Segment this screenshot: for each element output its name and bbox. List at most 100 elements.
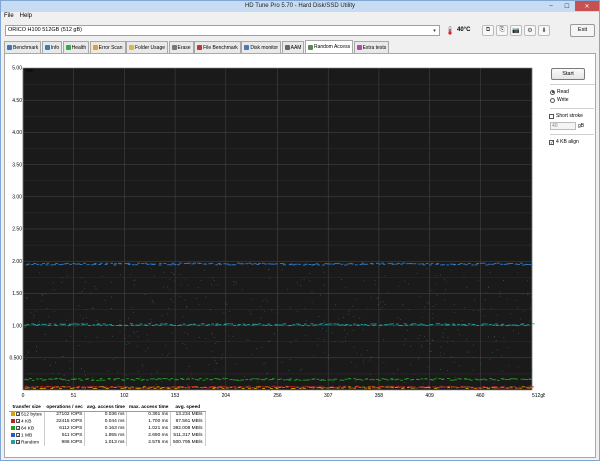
copy-icon[interactable]: ⧉	[482, 25, 494, 36]
scatter-point	[363, 362, 364, 364]
drive-select[interactable]: ORICO H100 512GB (512 gB) ▾	[5, 25, 440, 36]
scatter-point	[85, 336, 87, 338]
series-point	[207, 324, 211, 326]
series-point	[80, 379, 84, 381]
tab-disk-monitor[interactable]: Disk monitor	[241, 41, 282, 53]
series-point	[122, 386, 125, 388]
scatter-point	[62, 276, 64, 278]
tab-health[interactable]: Health	[62, 41, 90, 53]
series-point	[258, 385, 262, 387]
random-access-panel: 5.00 4.50 4.00 3.50 3.00 2.50 2.00 1.50 1.00 0.50…	[4, 53, 596, 458]
read-label: Read	[557, 89, 569, 95]
series-checkbox[interactable]: ✓	[16, 425, 20, 430]
scatter-point	[472, 309, 474, 311]
menu-help[interactable]: Help	[20, 12, 32, 21]
series-point	[187, 262, 191, 264]
minimize-button[interactable]: –	[543, 1, 559, 11]
series-point	[176, 386, 180, 388]
scatter-point	[264, 362, 266, 364]
series-point	[479, 262, 483, 264]
scatter-point	[179, 273, 181, 275]
series-point	[360, 324, 364, 326]
short-stroke-size-input[interactable]: 40	[550, 122, 576, 130]
series-point	[245, 263, 249, 265]
series-checkbox[interactable]: ✓	[16, 432, 20, 437]
tab-error-scan[interactable]: Error Scan	[89, 41, 126, 53]
title-bar[interactable]: HD Tune Pro 5.70 - Hard Disk/SSD Utility…	[1, 1, 599, 12]
series-point	[251, 378, 255, 380]
menu-file[interactable]: File	[4, 12, 14, 21]
scatter-point	[529, 306, 531, 308]
download-icon[interactable]: ⬇	[538, 25, 550, 36]
scatter-point	[81, 368, 83, 369]
scatter-point	[63, 356, 65, 357]
series-point	[179, 262, 182, 264]
scatter-point	[317, 338, 319, 340]
series-point	[500, 324, 503, 326]
scatter-point	[54, 362, 56, 364]
tab-info[interactable]: Info	[41, 41, 63, 53]
align-option[interactable]: ✓ 4 KB align	[549, 138, 595, 146]
tab-extra-tests[interactable]: Extra tests	[353, 41, 390, 53]
align-checkbox[interactable]: ✓	[549, 139, 554, 145]
camera-icon[interactable]: 📷	[510, 25, 522, 36]
copy-info-icon[interactable]: ⎘	[496, 25, 508, 36]
tab-file-benchmark[interactable]: File Benchmark	[194, 41, 241, 53]
scatter-point	[424, 306, 426, 308]
scatter-point	[456, 388, 457, 389]
series-color-swatch	[11, 432, 15, 437]
series-point	[341, 386, 344, 388]
series-point	[515, 378, 518, 380]
start-button[interactable]: Start	[551, 68, 585, 80]
tab-erase[interactable]: Erase	[168, 41, 194, 53]
scatter-point	[443, 292, 445, 294]
series-point	[182, 386, 186, 388]
scatter-point	[151, 301, 153, 303]
scatter-point	[324, 284, 325, 286]
scatter-point	[337, 324, 339, 326]
scatter-point	[281, 362, 283, 364]
series-checkbox[interactable]: ✓	[16, 418, 20, 423]
series-checkbox[interactable]: ✓	[16, 439, 20, 444]
series-point	[315, 263, 319, 265]
tab-random-access[interactable]: Random Access	[304, 40, 354, 53]
series-point	[27, 387, 31, 389]
options-icon[interactable]: ⚙	[524, 25, 536, 36]
scatter-point	[112, 358, 114, 360]
series-point	[27, 263, 30, 265]
series-point	[383, 378, 387, 380]
write-radio[interactable]	[550, 97, 555, 103]
series-point	[110, 262, 114, 264]
scatter-point	[383, 362, 385, 364]
scatter-point	[38, 272, 40, 274]
tab-benchmark[interactable]: Benchmark	[4, 41, 42, 53]
read-option[interactable]: Read	[550, 88, 595, 96]
scatter-point	[413, 374, 415, 376]
series-point	[215, 323, 219, 325]
short-stroke-checkbox[interactable]	[549, 113, 554, 119]
series-point	[50, 264, 54, 266]
scatter-point	[489, 358, 491, 360]
series-point	[135, 264, 138, 266]
tab-folder-usage[interactable]: Folder Usage	[126, 41, 169, 53]
read-radio[interactable]	[550, 89, 555, 95]
scatter-point	[266, 372, 268, 374]
series-point	[447, 385, 451, 387]
scatter-point	[82, 325, 84, 326]
write-option[interactable]: Write	[550, 96, 595, 104]
scatter-point	[137, 336, 139, 338]
series-point	[510, 263, 514, 264]
short-stroke-option[interactable]: Short stroke	[549, 112, 595, 120]
exit-button[interactable]: Exit	[570, 24, 595, 37]
tab-aam[interactable]: AAM	[281, 41, 305, 53]
scatter-point	[356, 352, 358, 354]
series-point	[215, 324, 219, 326]
close-button[interactable]: ✕	[575, 1, 599, 11]
scatter-point	[379, 302, 381, 303]
series-checkbox[interactable]: ✓	[16, 412, 20, 417]
series-point	[403, 323, 407, 325]
scatter-point	[328, 354, 330, 356]
scatter-point	[432, 313, 434, 315]
series-point	[256, 387, 260, 389]
maximize-button[interactable]: ☐	[559, 1, 575, 11]
